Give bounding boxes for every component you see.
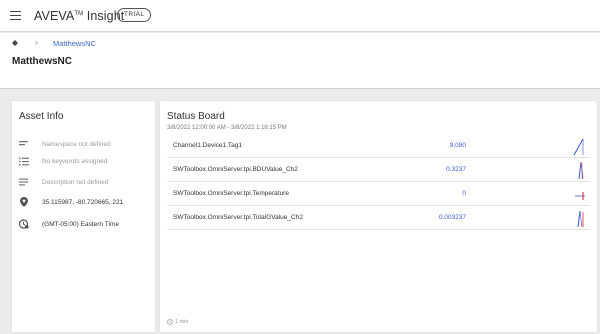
location-pin-icon	[19, 197, 29, 207]
home-icon[interactable]	[12, 40, 18, 46]
status-board-time-range: 3/8/2022 12:00:00 AM - 3/8/2022 1:16:15 …	[167, 125, 287, 131]
location-text: 35.115987, -80.720665, 221	[42, 198, 124, 206]
description-text: Description not defined	[42, 178, 109, 186]
keywords-icon	[19, 156, 29, 166]
asset-description-row: Description not defined	[19, 176, 109, 188]
table-row[interactable]: Channel1.Device1.Tag1 9,090	[167, 134, 590, 158]
status-board-title: Status Board	[167, 111, 225, 122]
table-row[interactable]: SWToolbox.OmniServer.tpi.TotalGValue_Ch2…	[167, 206, 590, 230]
timezone-icon	[19, 219, 29, 229]
clock-icon	[167, 319, 173, 325]
asset-location-row: 35.115987, -80.720665, 221	[19, 196, 123, 208]
tag-value: 0.3237	[446, 166, 466, 173]
status-board-card: Status Board 3/8/2022 12:00:00 AM - 3/8/…	[160, 101, 597, 332]
page-title: MatthewsNC	[12, 56, 73, 67]
app-top-bar: AVEVATM Insight TRIAL	[0, 0, 600, 32]
sparkline	[575, 192, 585, 200]
breadcrumb-separator: ›	[35, 38, 38, 47]
refresh-interval-text: 1 min	[175, 319, 189, 325]
description-icon	[19, 177, 29, 187]
tag-value: 0	[462, 190, 466, 197]
refresh-interval: 1 min	[167, 319, 188, 325]
namespace-text: Namespace not defined	[42, 140, 111, 148]
keywords-text: No keywords assigned	[42, 157, 108, 165]
tag-value: 0.003237	[438, 214, 466, 221]
asset-namespace-row: Namespace not defined	[19, 138, 111, 150]
asset-keywords-row: No keywords assigned	[19, 155, 107, 167]
app-title: AVEVATM Insight	[34, 9, 125, 23]
namespace-icon	[19, 139, 29, 149]
tag-name: Channel1.Device1.Tag1	[173, 142, 243, 149]
page-header: › MatthewsNC MatthewsNC	[0, 33, 600, 89]
asset-timezone-row: (GMT-05:00) Eastern Time	[19, 218, 119, 230]
tag-name: SWToolbox.OmniServer.tpi.Temperature	[173, 190, 289, 197]
sparkline	[573, 138, 584, 156]
sparkline	[578, 161, 584, 180]
menu-icon[interactable]	[10, 11, 21, 20]
table-row[interactable]: SWToolbox.OmniServer.tpi.Temperature 0	[167, 182, 590, 206]
tag-name: SWToolbox.OmniServer.tpi.BDUValue_Ch2	[173, 166, 298, 173]
breadcrumb-link[interactable]: MatthewsNC	[53, 39, 96, 48]
asset-info-card: Asset Info Namespace not defined No keyw…	[12, 101, 155, 332]
trial-badge: TRIAL	[117, 8, 152, 22]
timezone-text: (GMT-05:00) Eastern Time	[42, 220, 119, 228]
tag-value: 9,090	[449, 142, 466, 149]
sparkline	[577, 210, 584, 228]
table-row[interactable]: SWToolbox.OmniServer.tpi.BDUValue_Ch2 0.…	[167, 158, 590, 182]
tag-name: SWToolbox.OmniServer.tpi.TotalGValue_Ch2	[173, 214, 303, 221]
asset-info-title: Asset Info	[19, 111, 64, 122]
